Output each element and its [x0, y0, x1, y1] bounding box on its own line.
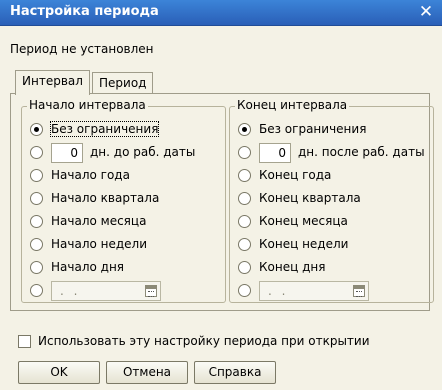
- start-interval-group: Начало интервала Без ограничения 0 дн. д…: [21, 98, 226, 303]
- radio-button[interactable]: [238, 261, 251, 274]
- option-label: Начало года: [51, 168, 130, 182]
- radio-button[interactable]: [30, 261, 43, 274]
- radio-button[interactable]: [238, 123, 251, 136]
- option-label: Начало месяца: [51, 214, 147, 228]
- option-label: Конец года: [259, 168, 332, 182]
- radio-button[interactable]: [30, 238, 43, 251]
- end-group-legend: Конец интервала: [235, 98, 350, 112]
- option-label: дн. до раб. даты: [90, 145, 196, 159]
- radio-button[interactable]: [238, 238, 251, 251]
- cancel-button[interactable]: Отмена: [106, 361, 188, 384]
- calendar-icon[interactable]: [353, 285, 365, 297]
- interval-tab-panel: Начало интервала Без ограничения 0 дн. д…: [10, 93, 434, 311]
- radio-button[interactable]: [30, 215, 43, 228]
- title-bar: Настройка периода ✕: [0, 0, 442, 26]
- ok-button[interactable]: OK: [18, 361, 100, 384]
- radio-button[interactable]: [30, 284, 43, 297]
- start-group-legend: Начало интервала: [27, 98, 148, 112]
- end-interval-group: Конец интервала Без ограничения 0 дн. по…: [229, 98, 434, 303]
- tab-period[interactable]: Период: [92, 72, 154, 94]
- radio-button[interactable]: [238, 284, 251, 297]
- option-label: Конец недели: [259, 237, 349, 251]
- radio-button[interactable]: [238, 215, 251, 228]
- radio-button[interactable]: [30, 123, 43, 136]
- radio-button[interactable]: [238, 192, 251, 205]
- option-label: Конец квартала: [259, 191, 361, 205]
- option-label: Начало квартала: [51, 191, 160, 205]
- option-label: Без ограничения: [259, 122, 367, 136]
- date-placeholder: . .: [60, 284, 81, 298]
- use-on-open-label: Использовать эту настройку периода при о…: [38, 334, 370, 348]
- date-placeholder: . .: [268, 284, 289, 298]
- option-label: Начало дня: [51, 260, 125, 274]
- radio-button[interactable]: [30, 192, 43, 205]
- option-label: Без ограничения: [49, 121, 160, 137]
- close-icon[interactable]: ✕: [416, 2, 436, 22]
- radio-button[interactable]: [238, 146, 251, 159]
- option-label: дн. после раб. даты: [298, 145, 425, 159]
- end-date-input[interactable]: . .: [259, 281, 369, 301]
- tab-interval[interactable]: Интервал: [15, 70, 90, 95]
- start-date-input[interactable]: . .: [51, 281, 161, 301]
- calendar-icon[interactable]: [145, 285, 157, 297]
- radio-button[interactable]: [30, 169, 43, 182]
- use-on-open-checkbox[interactable]: [18, 335, 31, 348]
- radio-button[interactable]: [30, 146, 43, 159]
- days-before-input[interactable]: 0: [51, 143, 83, 163]
- option-label: Конец дня: [259, 260, 326, 274]
- option-label: Начало недели: [51, 237, 148, 251]
- help-button[interactable]: Справка: [194, 361, 276, 384]
- period-status-text: Период не установлен: [10, 42, 154, 56]
- days-after-input[interactable]: 0: [259, 143, 291, 163]
- option-label: Конец месяца: [259, 214, 348, 228]
- radio-button[interactable]: [238, 169, 251, 182]
- window-title: Настройка периода: [10, 4, 159, 19]
